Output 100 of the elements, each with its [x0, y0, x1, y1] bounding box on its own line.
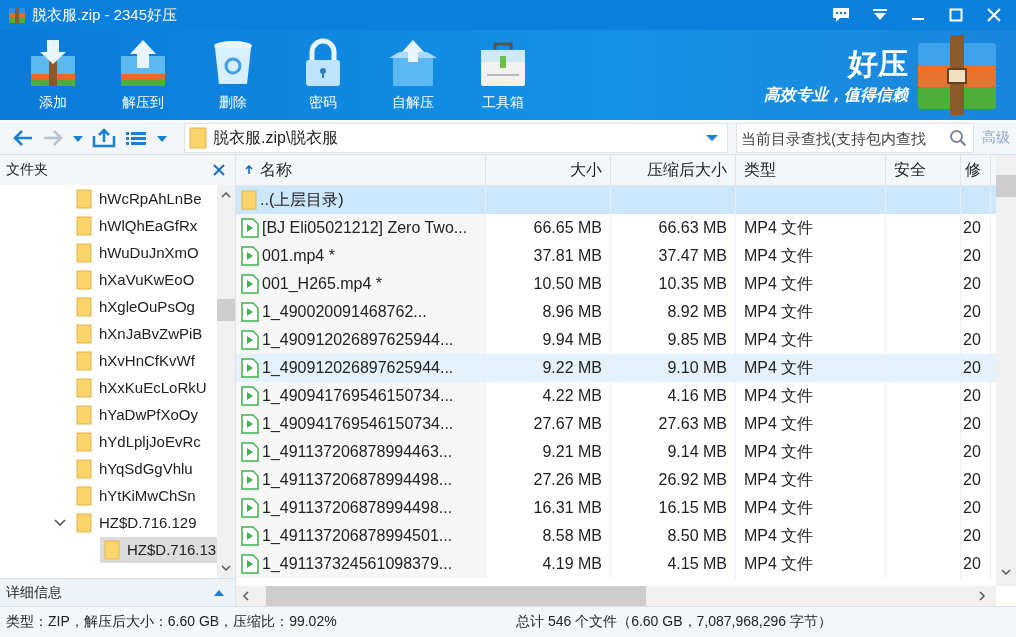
tree-item[interactable]: hWlQhEaGfRx: [72, 212, 202, 239]
scrollbar[interactable]: [996, 155, 1016, 586]
scroll-thumb[interactable]: [266, 586, 646, 606]
file-row[interactable]: [BJ Eli05021212] Zero Two... 66.65 MB 66.63 MB MP4 文件 20: [236, 214, 996, 242]
video-file-icon: [241, 470, 259, 490]
type-cell-text: MP4 文件: [744, 329, 814, 350]
folder-up-icon[interactable]: [92, 128, 116, 148]
packed-size-cell: 27.63 MB: [658, 415, 727, 433]
chevron-down-icon[interactable]: [54, 518, 66, 527]
file-row[interactable]: 1_491137206878994498... 16.31 MB 16.15 MB MP4 文件 20: [236, 494, 996, 522]
size-cell: 9.94 MB: [542, 331, 602, 349]
file-row[interactable]: 1_490912026897625944... 9.22 MB 9.10 MB MP4 文件 20: [236, 354, 996, 382]
status-text: 总计 546 个文件（6.60 GB，7,087,968,296 字节）: [516, 613, 832, 631]
modified-cell: 20: [963, 359, 981, 377]
modified-cell: 20: [963, 219, 981, 237]
tree-item[interactable]: hYqSdGgVhlu: [72, 455, 197, 482]
menu-icon[interactable]: [872, 8, 888, 22]
file-row[interactable]: 1_490941769546150734... 4.22 MB 4.16 MB MP4 文件 20: [236, 382, 996, 410]
modified-cell: 20: [963, 275, 981, 293]
box-upload-icon: [387, 38, 439, 88]
folder-icon: [76, 215, 92, 236]
column-header[interactable]: 修: [961, 155, 991, 185]
toolbar-button[interactable]: 删除: [202, 38, 264, 112]
file-row[interactable]: 1_490941769546150734... 27.67 MB 27.63 MB MP4 文件 20: [236, 410, 996, 438]
size-cell: 4.19 MB: [542, 555, 602, 573]
toolbar-button[interactable]: 自解压: [382, 38, 444, 112]
dropdown-caret-icon[interactable]: [705, 133, 719, 143]
tree-item[interactable]: hXxKuEcLoRkU: [72, 374, 211, 401]
tree-item[interactable]: hXgleOuPsOg: [72, 293, 199, 320]
column-header[interactable]: 大小: [486, 155, 611, 185]
feedback-icon[interactable]: [832, 7, 850, 23]
packed-size-cell: 4.15 MB: [667, 555, 727, 573]
tree-item[interactable]: hYtKiMwChSn: [72, 482, 200, 509]
type-cell-text: MP4 文件: [744, 273, 814, 294]
caret-up-icon[interactable]: [213, 588, 225, 597]
modified-cell: 20: [963, 387, 981, 405]
folder-icon: [76, 404, 92, 425]
toolbar-button[interactable]: 添加: [22, 38, 84, 112]
column-header[interactable]: 压缩后大小: [611, 155, 736, 185]
scroll-down-icon[interactable]: [221, 564, 231, 572]
close-icon[interactable]: [213, 164, 225, 176]
file-row[interactable]: 1_491137206878994498... 27.26 MB 26.92 MB MP4 文件 20: [236, 466, 996, 494]
tree-item[interactable]: hXvHnCfKvWf: [72, 347, 199, 374]
type-cell-text: MP4 文件: [744, 441, 814, 462]
type-cell-text: MP4 文件: [744, 245, 814, 266]
scroll-right-icon[interactable]: [978, 591, 986, 601]
size-cell: 10.50 MB: [533, 275, 602, 293]
file-row[interactable]: 1_491137206878994501... 8.58 MB 8.50 MB MP4 文件 20: [236, 522, 996, 550]
scrollbar[interactable]: [217, 185, 235, 578]
packed-size-cell: 37.47 MB: [658, 247, 727, 265]
scroll-thumb[interactable]: [996, 175, 1016, 197]
modified-cell: 20: [963, 415, 981, 433]
file-name: 1_491137206878994501...: [262, 527, 453, 545]
tree-item[interactable]: hXaVuKwEoO: [72, 266, 199, 293]
folder-icon: [76, 431, 92, 452]
tree-item[interactable]: hWcRpAhLnBe: [72, 185, 206, 212]
scroll-thumb[interactable]: [217, 299, 235, 321]
folder-icon: [76, 512, 92, 533]
column-header[interactable]: 名称: [236, 155, 486, 185]
app-logo-icon: [8, 6, 26, 24]
search-field[interactable]: 当前目录查找(支持包内查找: [736, 123, 974, 153]
column-header[interactable]: 类型: [736, 155, 886, 185]
video-file-icon: [241, 246, 259, 266]
path-field[interactable]: 脱衣服.zip\脱衣服: [184, 123, 728, 153]
maximize-icon[interactable]: [948, 8, 964, 22]
scroll-up-icon[interactable]: [221, 191, 231, 199]
scroll-left-icon[interactable]: [242, 591, 250, 601]
size-cell: 9.21 MB: [542, 443, 602, 461]
file-row[interactable]: ..(上层目录): [236, 186, 996, 214]
scroll-down-icon[interactable]: [1001, 568, 1011, 576]
video-file-icon: [241, 330, 259, 350]
file-name: 1_490941769546150734...: [262, 415, 454, 433]
tree-item[interactable]: hWuDuJnXmO: [72, 239, 203, 266]
video-file-icon: [241, 218, 259, 238]
video-file-icon: [241, 274, 259, 294]
type-cell-text: MP4 文件: [744, 413, 814, 434]
size-cell: 66.65 MB: [533, 219, 602, 237]
file-row[interactable]: 001_H265.mp4 * 10.50 MB 10.35 MB MP4 文件 20: [236, 270, 996, 298]
details-toggle[interactable]: 详细信息: [6, 583, 62, 602]
file-row[interactable]: 1_490020091468762... 8.96 MB 8.92 MB MP4 文件 20: [236, 298, 996, 326]
folder-icon: [76, 188, 92, 209]
toolbar-button[interactable]: 解压到: [112, 38, 174, 112]
tree-item[interactable]: HZ$D.716.129: [72, 509, 201, 536]
tree-item[interactable]: hXnJaBvZwPiB: [72, 320, 207, 347]
tree-item[interactable]: hYdLpljJoEvRc: [72, 428, 205, 455]
tree-item[interactable]: hYaDwPfXoOy: [72, 401, 202, 428]
column-header[interactable]: 安全: [886, 155, 961, 185]
search-icon[interactable]: [949, 129, 967, 147]
modified-cell: 20: [963, 471, 981, 489]
folder-icon: [76, 458, 92, 479]
file-row[interactable]: 1_491137206878994463... 9.21 MB 9.14 MB MP4 文件 20: [236, 438, 996, 466]
folder-icon: [76, 323, 92, 344]
file-name: 1_490912026897625944...: [262, 331, 454, 349]
toolbar-button[interactable]: 密码: [292, 38, 354, 112]
scrollbar[interactable]: [236, 586, 996, 606]
file-row[interactable]: 1_491137324561098379... 4.19 MB 4.15 MB MP4 文件 20: [236, 550, 996, 578]
back-icon[interactable]: [12, 128, 34, 148]
tree-item[interactable]: HZ$D.716.13: [100, 536, 217, 563]
file-name: [BJ Eli05021212] Zero Two...: [262, 219, 468, 237]
file-row[interactable]: 001.mp4 * 37.81 MB 37.47 MB MP4 文件 20: [236, 242, 996, 270]
